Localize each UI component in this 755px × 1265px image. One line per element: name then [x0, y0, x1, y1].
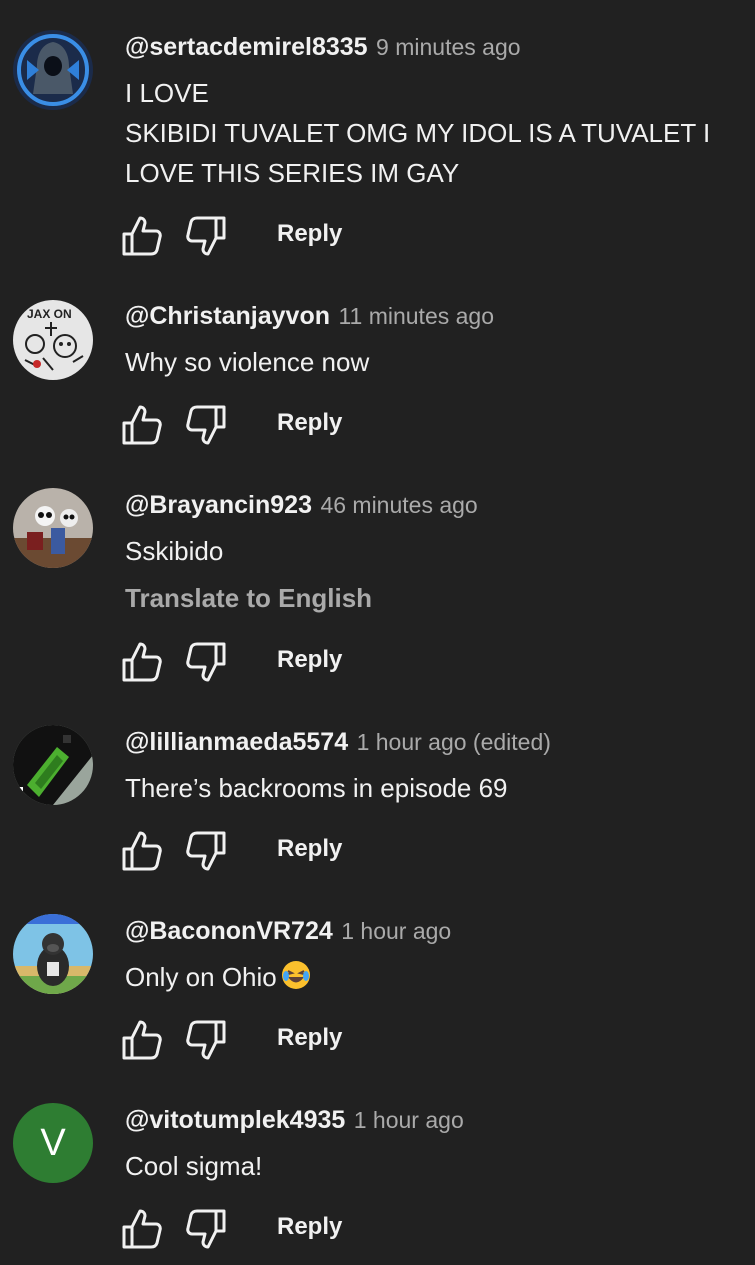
author-name[interactable]: @Brayancin923 — [125, 491, 312, 519]
dislike-button[interactable] — [184, 214, 228, 258]
avatar[interactable] — [13, 30, 93, 110]
dislike-button[interactable] — [184, 1018, 228, 1062]
like-button[interactable] — [120, 829, 164, 873]
author-name[interactable]: @sertacdemirel8335 — [125, 33, 368, 61]
thumbs-up-icon — [120, 214, 164, 258]
hooded-figure-avatar-icon — [13, 30, 93, 110]
thumbs-up-icon — [120, 1018, 164, 1062]
comment-header: @lillianmaeda5574 1 hour ago (edited) — [125, 728, 551, 757]
comment-text-line: Why so violence now — [125, 347, 370, 377]
avatar[interactable] — [13, 725, 93, 805]
comment-text-line: There’s backrooms in episode 69 — [125, 773, 508, 803]
gorilla-avatar-icon — [13, 914, 93, 994]
comment-time[interactable]: 46 minutes ago — [320, 492, 477, 518]
thumbs-down-icon — [184, 214, 228, 258]
thumbs-down-icon — [184, 829, 228, 873]
reply-button[interactable]: Reply — [277, 1213, 342, 1241]
doodle-avatar-icon: JAX ON — [13, 300, 93, 380]
translate-button[interactable]: Translate to English — [125, 583, 372, 614]
like-button[interactable] — [120, 403, 164, 447]
thumbs-down-icon — [184, 640, 228, 684]
avatar[interactable]: V — [13, 1103, 93, 1183]
like-button[interactable] — [120, 214, 164, 258]
dislike-button[interactable] — [184, 829, 228, 873]
comment-text-line: LOVE THIS SERIES IM GAY — [125, 158, 460, 188]
reply-button[interactable]: Reply — [277, 409, 342, 437]
comment-time[interactable]: 11 minutes ago — [338, 303, 494, 329]
like-button[interactable] — [120, 1207, 164, 1251]
thumbs-up-icon — [120, 640, 164, 684]
comment-header: @Brayancin923 46 minutes ago — [125, 491, 478, 520]
comment-text: Sskibido — [125, 531, 735, 571]
author-name[interactable]: @vitotumplek4935 — [125, 1106, 345, 1134]
reply-button[interactable]: Reply — [277, 646, 342, 674]
comment-time[interactable]: 9 minutes ago — [376, 34, 520, 60]
thumbs-up-icon — [120, 829, 164, 873]
comment-text: Cool sigma! — [125, 1146, 735, 1186]
comment-time[interactable]: 1 hour ago (edited) — [357, 729, 551, 755]
reply-button[interactable]: Reply — [277, 835, 342, 863]
avatar-letter: V — [40, 1121, 66, 1164]
avatar[interactable]: JAX ON — [13, 300, 93, 380]
comment-header: @Christanjayvon 11 minutes ago — [125, 302, 494, 331]
comment-text-line: Sskibido — [125, 536, 224, 566]
comment-text: There’s backrooms in episode 69 — [125, 768, 735, 808]
avatar-text: JAX ON — [27, 307, 72, 321]
comment-header: @vitotumplek4935 1 hour ago — [125, 1106, 464, 1135]
comment-text: Only on Ohio — [125, 957, 735, 997]
author-name[interactable]: @Christanjayvon — [125, 302, 330, 330]
dislike-button[interactable] — [184, 403, 228, 447]
comment-text-line: I LOVE — [125, 78, 209, 108]
pixel-art-avatar-icon — [13, 725, 93, 805]
comment-time[interactable]: 1 hour ago — [354, 1107, 464, 1133]
thumbs-down-icon — [184, 1207, 228, 1251]
avatar[interactable] — [13, 914, 93, 994]
comment-text-line: Only on Ohio — [125, 962, 277, 992]
comment-header: @BacononVR724 1 hour ago — [125, 917, 451, 946]
comment-text-line: SKIBIDI TUVALET OMG MY IDOL IS A TUVALET… — [125, 118, 711, 148]
thumbs-up-icon — [120, 1207, 164, 1251]
comment-header: @sertacdemirel8335 9 minutes ago — [125, 33, 521, 62]
reply-button[interactable]: Reply — [277, 1024, 342, 1052]
like-button[interactable] — [120, 640, 164, 684]
thumbs-down-icon — [184, 403, 228, 447]
comment-text: Why so violence now — [125, 342, 735, 382]
comment-time[interactable]: 1 hour ago — [341, 918, 451, 944]
dislike-button[interactable] — [184, 640, 228, 684]
author-name[interactable]: @BacononVR724 — [125, 917, 333, 945]
dislike-button[interactable] — [184, 1207, 228, 1251]
thumbs-up-icon — [120, 403, 164, 447]
author-name[interactable]: @lillianmaeda5574 — [125, 728, 348, 756]
comment-text: I LOVE SKIBIDI TUVALET OMG MY IDOL IS A … — [125, 73, 735, 193]
avatar[interactable] — [13, 488, 93, 568]
comment-text-line: Cool sigma! — [125, 1151, 263, 1181]
like-button[interactable] — [120, 1018, 164, 1062]
reply-button[interactable]: Reply — [277, 220, 342, 248]
thumbs-down-icon — [184, 1018, 228, 1062]
toys-photo-avatar-icon — [13, 488, 93, 568]
laughing-emoji-icon — [281, 961, 310, 989]
